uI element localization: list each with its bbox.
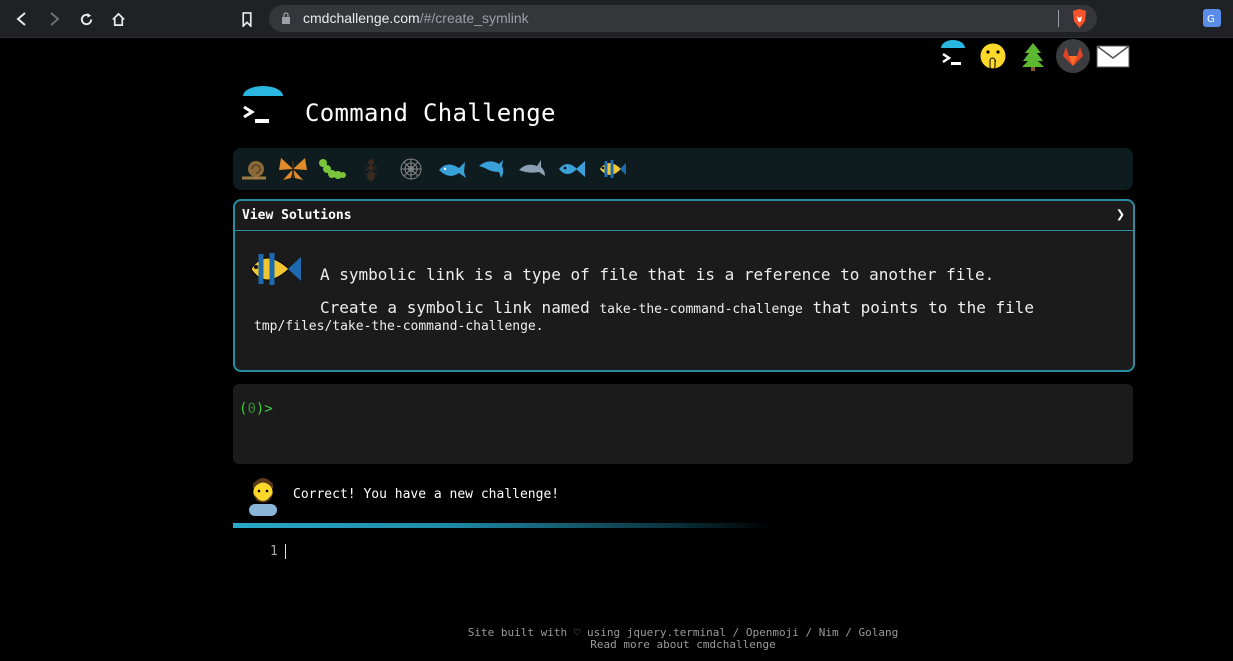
evergreen-tree-icon[interactable]	[1016, 39, 1050, 73]
page-title: Command Challenge	[305, 99, 556, 127]
url-host: cmdchallenge.com	[303, 10, 420, 26]
terminal-logo-icon[interactable]	[936, 39, 970, 73]
back-icon[interactable]	[11, 8, 33, 30]
caterpillar-icon[interactable]	[317, 154, 347, 184]
prompt-count: 0	[247, 401, 256, 417]
dolphin-icon[interactable]	[517, 154, 547, 184]
read-more-link[interactable]: Read more about cmdchallenge	[0, 639, 1233, 651]
progress-bar	[233, 523, 773, 528]
chevron-right-icon: ❯	[1115, 205, 1125, 223]
tropical-fish-icon	[250, 253, 301, 285]
spider-web-icon[interactable]	[396, 154, 426, 184]
dolphin-icon[interactable]	[477, 154, 507, 184]
svg-text:G: G	[1207, 14, 1215, 25]
view-solutions-label: View Solutions	[242, 208, 352, 223]
challenge-description: A symbolic link is a type of file that i…	[320, 265, 995, 284]
bookmark-icon[interactable]	[236, 8, 258, 30]
target-path-code: tmp/files/take-the-command-challenge	[254, 319, 536, 334]
gitlab-icon[interactable]	[1056, 39, 1090, 73]
text-cursor[interactable]	[285, 544, 286, 559]
view-solutions-toggle[interactable]: View Solutions ❯	[235, 201, 1133, 231]
url-divider	[1058, 10, 1059, 27]
link-name-code: take-the-command-challenge	[599, 302, 803, 317]
challenge-panel: View Solutions ❯ A symbolic link is a ty…	[233, 199, 1135, 372]
url-text: cmdchallenge.com/#/create_symlink	[303, 10, 529, 26]
butterfly-icon[interactable]	[278, 154, 308, 184]
level-bar	[233, 148, 1133, 190]
challenge-task: Create a symbolic link named take-the-co…	[320, 298, 1034, 317]
whale-icon[interactable]	[437, 154, 467, 184]
avatar	[249, 478, 277, 516]
envelope-icon[interactable]	[1096, 39, 1130, 73]
site-logo-icon[interactable]	[239, 86, 283, 130]
terminal-input[interactable]: (0)>	[233, 384, 1133, 464]
lock-icon	[282, 12, 290, 24]
prompt-close: )>	[255, 401, 273, 417]
terminal-prompt: (0)>	[239, 401, 273, 417]
fish-icon[interactable]	[557, 154, 587, 184]
forward-icon[interactable]	[43, 8, 65, 30]
feedback-message: Correct! You have a new challenge!	[293, 487, 560, 502]
translate-icon[interactable]: G	[1203, 9, 1221, 27]
site-footer: Site built with ♡ using jquery.terminal …	[0, 627, 1233, 651]
task-text: .	[535, 319, 544, 334]
address-bar[interactable]: cmdchallenge.com/#/create_symlink	[269, 5, 1097, 32]
task-text: that points to the file	[802, 298, 1035, 317]
url-path: /#/create_symlink	[419, 10, 529, 26]
home-icon[interactable]	[107, 8, 129, 30]
tropical-fish-icon[interactable]	[597, 154, 627, 184]
top-icon-bar	[936, 39, 1130, 75]
ant-icon[interactable]	[356, 154, 386, 184]
challenge-target: tmp/files/take-the-command-challenge.	[254, 319, 544, 334]
reload-icon[interactable]	[75, 8, 97, 30]
snail-icon[interactable]	[239, 154, 269, 184]
shushing-face-icon[interactable]	[976, 39, 1010, 73]
task-text: Create a symbolic link named	[320, 298, 600, 317]
browser-toolbar: cmdchallenge.com/#/create_symlink G	[0, 0, 1233, 38]
brave-shield-icon[interactable]	[1071, 9, 1088, 28]
editor-line-number: 1	[270, 544, 278, 559]
